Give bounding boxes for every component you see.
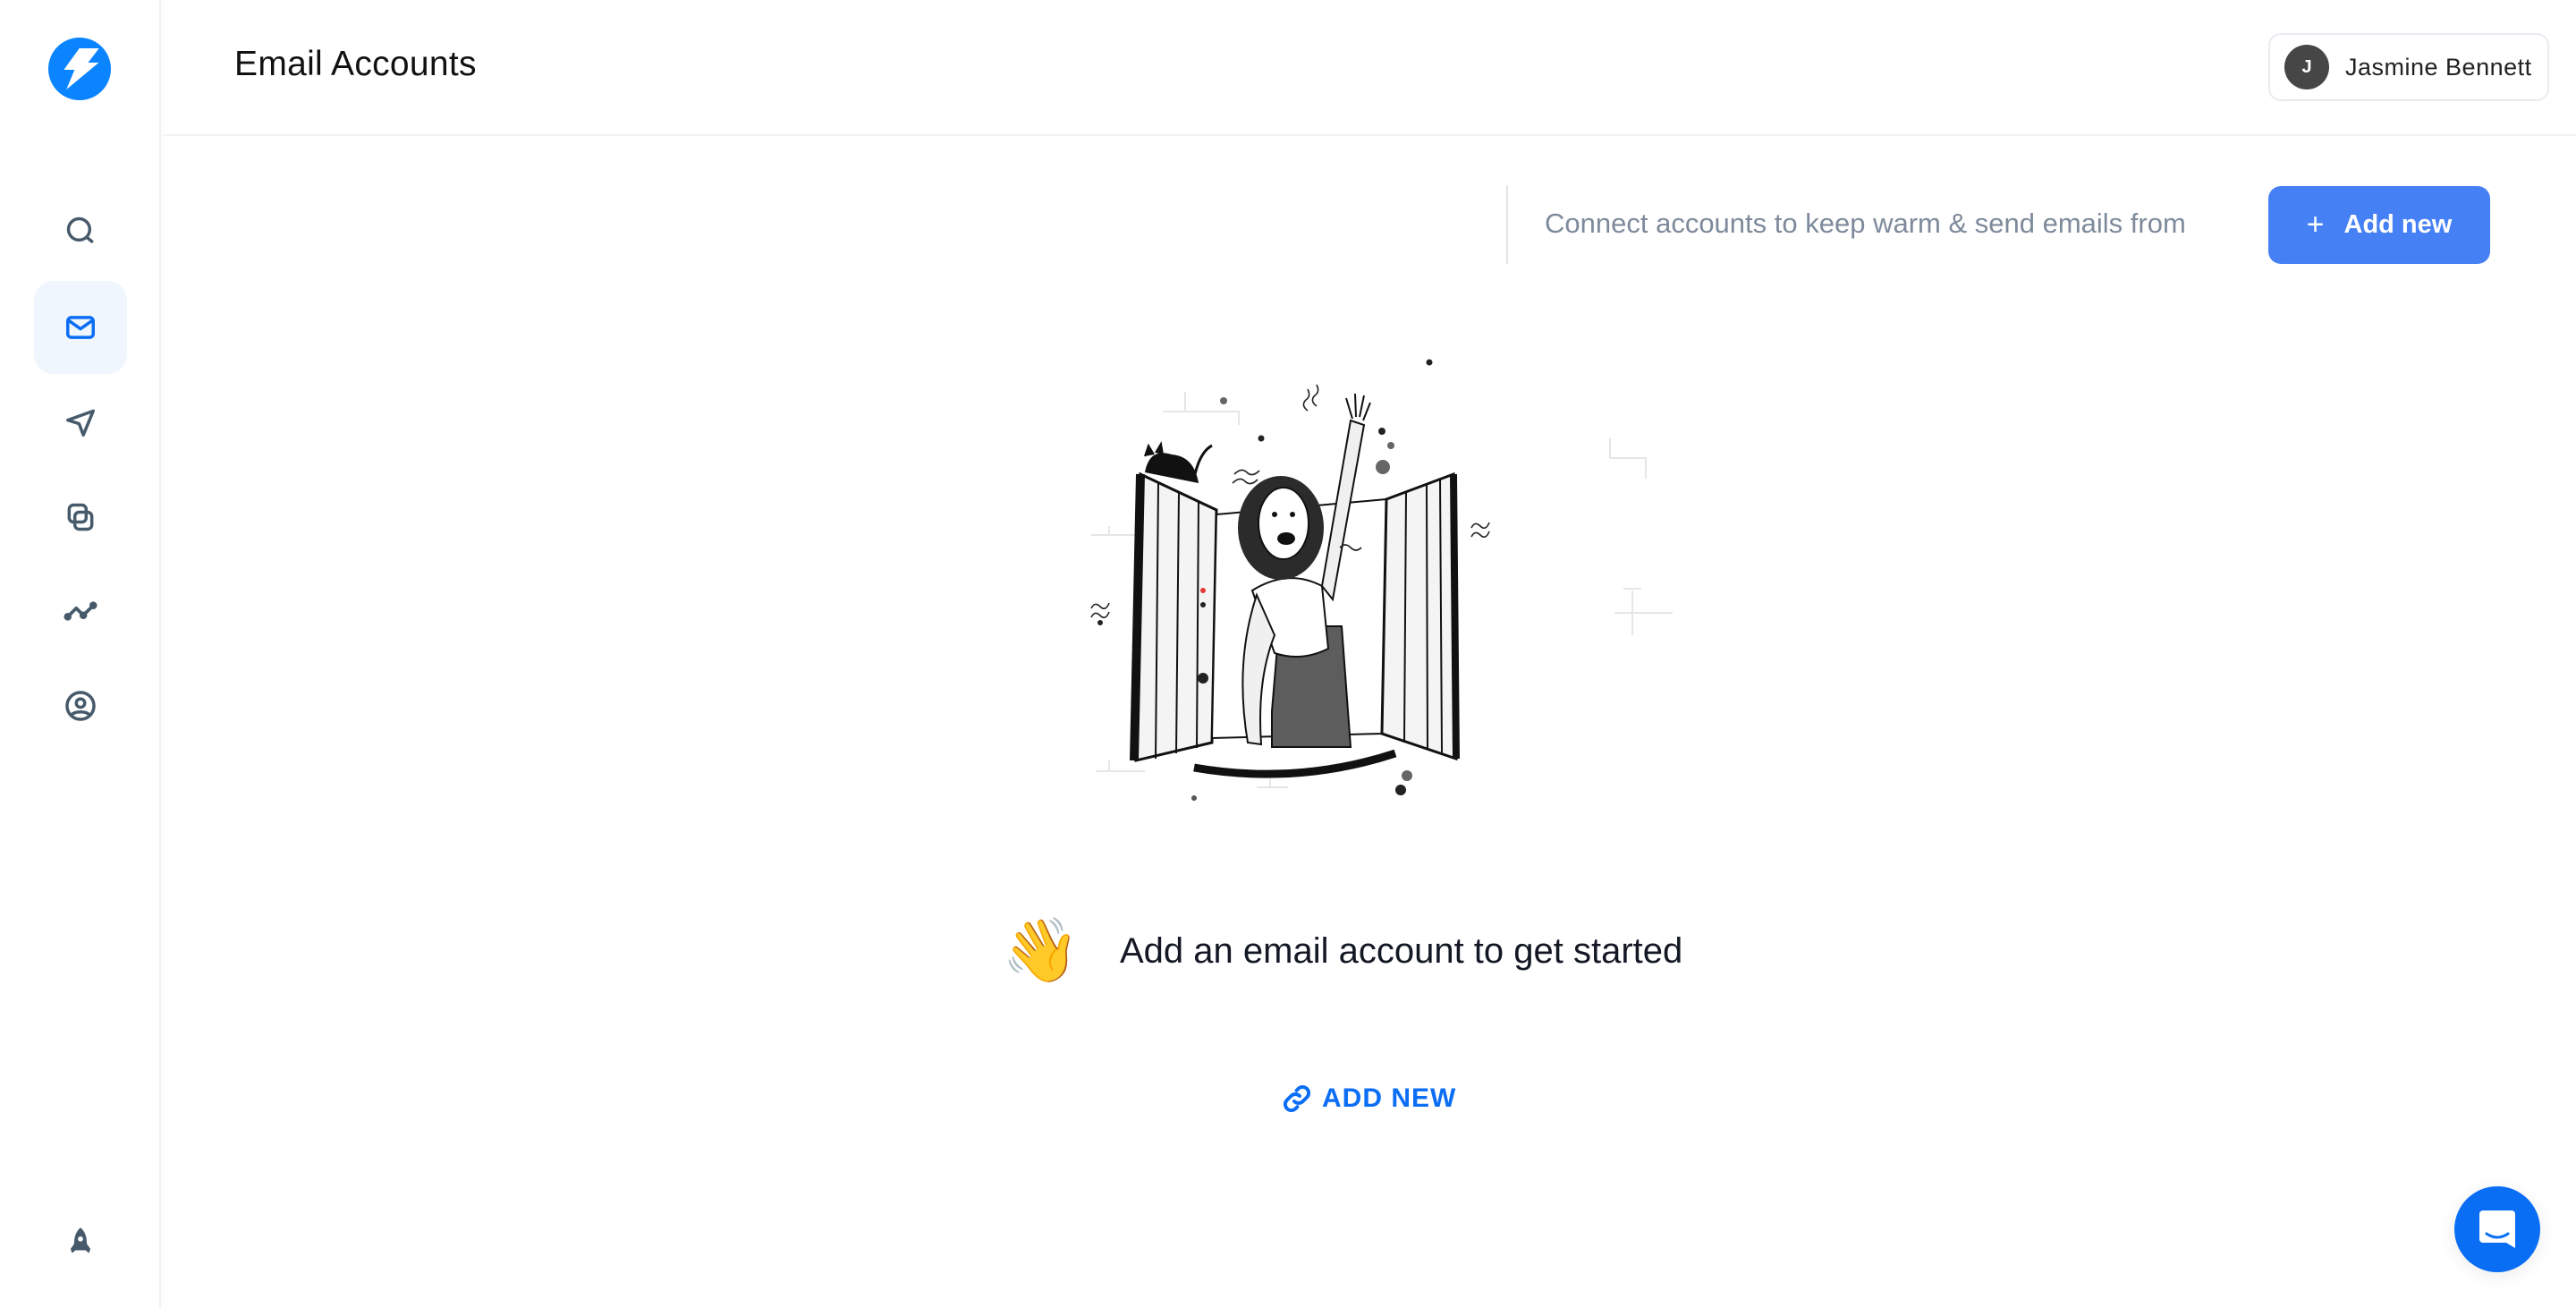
copy-icon <box>67 503 94 531</box>
send-icon <box>66 409 95 437</box>
toolbar-hint: Connect accounts to keep warm & send ema… <box>1545 208 2186 239</box>
lightning-bolt-icon <box>64 48 99 89</box>
page-title: Email Accounts <box>234 45 477 83</box>
right-shutter <box>1380 471 1460 761</box>
sidebar-item-search[interactable] <box>34 184 127 277</box>
sidebar-item-templates[interactable] <box>34 471 127 564</box>
plus-icon: + <box>2306 208 2325 242</box>
avatar: J <box>2284 45 2329 89</box>
app-logo[interactable] <box>48 38 111 100</box>
sidebar-item-whats-new[interactable] <box>34 1195 127 1288</box>
page-header: Email Accounts J Jasmine Bennett <box>163 0 2576 136</box>
user-circle-icon <box>65 691 96 721</box>
user-name: Jasmine Bennett <box>2345 53 2532 81</box>
sidebar-item-analytics[interactable] <box>34 565 127 658</box>
empty-state-illustration <box>1090 359 1673 801</box>
add-new-link[interactable]: ADD NEW <box>1281 1083 1456 1115</box>
chat-launcher-button[interactable] <box>2454 1186 2540 1272</box>
user-menu-button[interactable]: J Jasmine Bennett <box>2268 33 2549 101</box>
sidebar-item-account[interactable] <box>34 659 127 752</box>
search-icon <box>66 217 94 243</box>
link-icon <box>1284 1085 1310 1112</box>
chat-bubble-icon <box>2479 1210 2515 1248</box>
waving-hand-icon: 👋 <box>1002 915 1080 985</box>
cat <box>1144 441 1213 483</box>
sidebar-item-campaigns[interactable] <box>34 376 127 469</box>
sidebar-item-email-accounts[interactable] <box>34 281 127 374</box>
left-shutter <box>1130 471 1218 762</box>
chart-line-icon <box>64 601 97 621</box>
mail-icon <box>66 316 95 339</box>
sidebar <box>0 0 161 1308</box>
rocket-icon <box>70 1227 91 1253</box>
empty-state-text: Add an email account to get started <box>1120 930 1683 971</box>
add-new-button-label: Add new <box>2343 210 2453 239</box>
add-new-button[interactable]: + Add new <box>2268 186 2490 264</box>
empty-state-heading: 👋 Add an email account to get started <box>1002 911 1682 991</box>
toolbar-divider <box>1506 185 1508 264</box>
add-new-link-label: ADD NEW <box>1322 1083 1457 1113</box>
